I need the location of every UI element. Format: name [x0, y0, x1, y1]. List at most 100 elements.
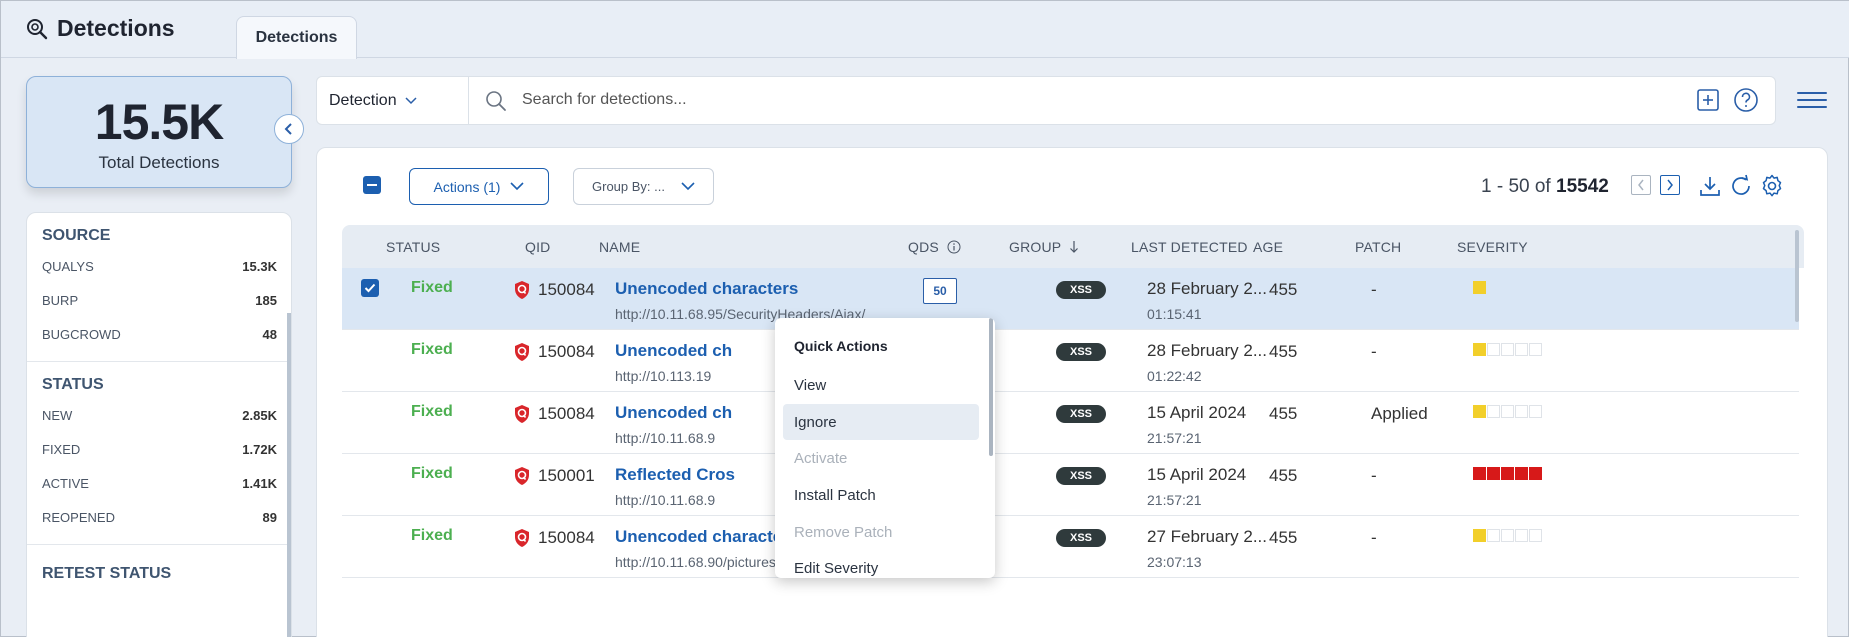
- menu-item-ignore[interactable]: Ignore: [783, 404, 979, 440]
- qualys-shield-icon: [514, 342, 530, 367]
- menu-item-remove-patch: Remove Patch: [794, 523, 893, 541]
- detection-name-link[interactable]: Unencoded characters: [615, 279, 798, 299]
- filter-item-bugcrowd[interactable]: BUGCROWD 48: [42, 327, 277, 361]
- qualys-shield-icon: [514, 466, 530, 491]
- status-label: Fixed: [411, 403, 453, 420]
- refresh-button[interactable]: [1728, 173, 1754, 199]
- refresh-icon: [1732, 174, 1750, 195]
- detections-table-card: Actions (1) Group By: ... 1 - 50 of 1554…: [316, 147, 1828, 637]
- severity-block: [1473, 405, 1486, 418]
- app-title: Detections: [25, 15, 175, 42]
- column-group[interactable]: GROUP: [1009, 239, 1079, 255]
- qid-value: 150084: [538, 280, 595, 299]
- severity-block: [1515, 529, 1528, 542]
- select-all-checkbox[interactable]: [363, 176, 381, 194]
- download-icon: [1700, 177, 1720, 196]
- table-scrollbar[interactable]: [1795, 230, 1799, 322]
- search-type-select[interactable]: Detection: [317, 77, 469, 124]
- total-detections-value: 15.5K: [94, 94, 224, 150]
- filter-section-retest: RETEST STATUS: [27, 544, 291, 583]
- status-label: Fixed: [411, 527, 453, 544]
- severity-meter: [1473, 405, 1542, 418]
- check-icon: [364, 283, 376, 293]
- qid-value: 150084: [538, 528, 595, 547]
- severity-block: [1501, 343, 1514, 356]
- table-row[interactable]: Fixed150084Unencoded chhttp://10.113.195…: [342, 330, 1799, 392]
- total-detections-label: Total Detections: [98, 153, 220, 172]
- search-input[interactable]: [522, 87, 1522, 113]
- group-by-button[interactable]: Group By: ...: [573, 168, 714, 205]
- patch-value: Applied: [1371, 404, 1428, 423]
- detection-url: http://10.11.68.9: [615, 430, 716, 446]
- next-page-button[interactable]: [1660, 175, 1680, 195]
- severity-block: [1529, 405, 1542, 418]
- column-name[interactable]: NAME: [599, 239, 640, 255]
- actions-button[interactable]: Actions (1): [409, 168, 549, 205]
- total-detections-card[interactable]: 15.5K Total Detections: [26, 76, 292, 188]
- severity-block: [1487, 467, 1500, 480]
- prev-page-button[interactable]: [1631, 175, 1651, 195]
- detections-icon: [27, 18, 48, 39]
- table-row[interactable]: Fixed 150084 Unencoded ch http://10.11.68.9…: [342, 392, 1799, 454]
- info-icon: [947, 240, 961, 254]
- filters-scrollbar[interactable]: [287, 313, 291, 637]
- column-patch[interactable]: PATCH: [1355, 239, 1401, 255]
- hamburger-menu-button[interactable]: [1797, 87, 1827, 111]
- column-last-detected[interactable]: LAST DETECTED: [1131, 239, 1248, 255]
- arrow-down-icon: [1070, 241, 1079, 253]
- qid-value: 150084: [538, 342, 595, 361]
- last-detected-date: 15 April 2024: [1147, 403, 1247, 422]
- search-bar: Detection: [316, 76, 1776, 125]
- menu-item-install-patch[interactable]: Install Patch: [783, 477, 979, 513]
- column-qds[interactable]: QDS: [908, 239, 961, 255]
- qid-value: 150001: [538, 466, 595, 485]
- download-button[interactable]: [1698, 174, 1722, 198]
- settings-button[interactable]: [1759, 173, 1785, 199]
- severity-block: [1515, 405, 1528, 418]
- filter-item-reopened[interactable]: REOPENED 89: [42, 510, 277, 544]
- detection-name-link[interactable]: Unencoded ch: [615, 403, 732, 423]
- table-row[interactable]: Fixed 150001 Reflected Cros http://10.11.68…: [342, 454, 1799, 516]
- table-row[interactable]: Fixed 150084 Unencoded characters http://10…: [342, 268, 1799, 330]
- menu-item-activate: Activate: [794, 449, 848, 467]
- add-button[interactable]: [1696, 88, 1720, 112]
- detection-name-link[interactable]: Reflected Cros: [615, 465, 735, 485]
- chevron-down-icon: [405, 96, 417, 104]
- age-value: 455: [1269, 280, 1298, 299]
- detection-name-link[interactable]: Unencoded characters: [615, 527, 798, 547]
- filter-item-new[interactable]: NEW 2.85K: [42, 408, 277, 442]
- table-row[interactable]: Fixed 150084 Unencoded characters http://10…: [342, 516, 1799, 578]
- menu-item-edit-severity[interactable]: Edit Severity: [783, 550, 979, 578]
- chevron-left-icon: [1638, 179, 1644, 191]
- filter-item-qualys[interactable]: QUALYS 15.3K: [42, 259, 277, 293]
- filter-item-active[interactable]: ACTIVE 1.41K: [42, 476, 277, 510]
- qualys-shield-icon: [514, 404, 530, 429]
- severity-block: [1473, 529, 1486, 542]
- column-status[interactable]: STATUS: [386, 239, 440, 255]
- row-checkbox[interactable]: [361, 279, 379, 297]
- help-button[interactable]: [1733, 87, 1759, 113]
- filter-item-burp[interactable]: BURP 185: [42, 293, 277, 327]
- severity-meter: [1473, 343, 1542, 356]
- last-detected-time: 23:07:13: [1147, 554, 1202, 570]
- tab-detections[interactable]: Detections: [236, 16, 357, 59]
- search-icon: [486, 91, 506, 111]
- patch-value: -: [1371, 528, 1377, 547]
- severity-block: [1529, 343, 1542, 356]
- detection-name-link[interactable]: Unencoded ch: [615, 341, 732, 361]
- qualys-shield-icon: [514, 280, 530, 305]
- menu-scrollbar[interactable]: [989, 318, 993, 456]
- group-tag: XSS: [1056, 529, 1106, 547]
- filter-item-fixed[interactable]: FIXED 1.72K: [42, 442, 277, 476]
- detection-url: http://10.113.19: [615, 368, 712, 384]
- collapse-panel-button[interactable]: [274, 114, 304, 144]
- column-age[interactable]: AGE: [1253, 239, 1283, 255]
- column-severity[interactable]: SEVERITY: [1457, 239, 1528, 255]
- severity-block: [1501, 529, 1514, 542]
- last-detected-time: 21:57:21: [1147, 492, 1202, 508]
- column-qid[interactable]: QID: [525, 239, 551, 255]
- menu-item-view[interactable]: View: [783, 367, 979, 403]
- severity-meter: [1473, 467, 1542, 480]
- severity-block: [1487, 529, 1500, 542]
- page-title: Detections: [57, 15, 175, 41]
